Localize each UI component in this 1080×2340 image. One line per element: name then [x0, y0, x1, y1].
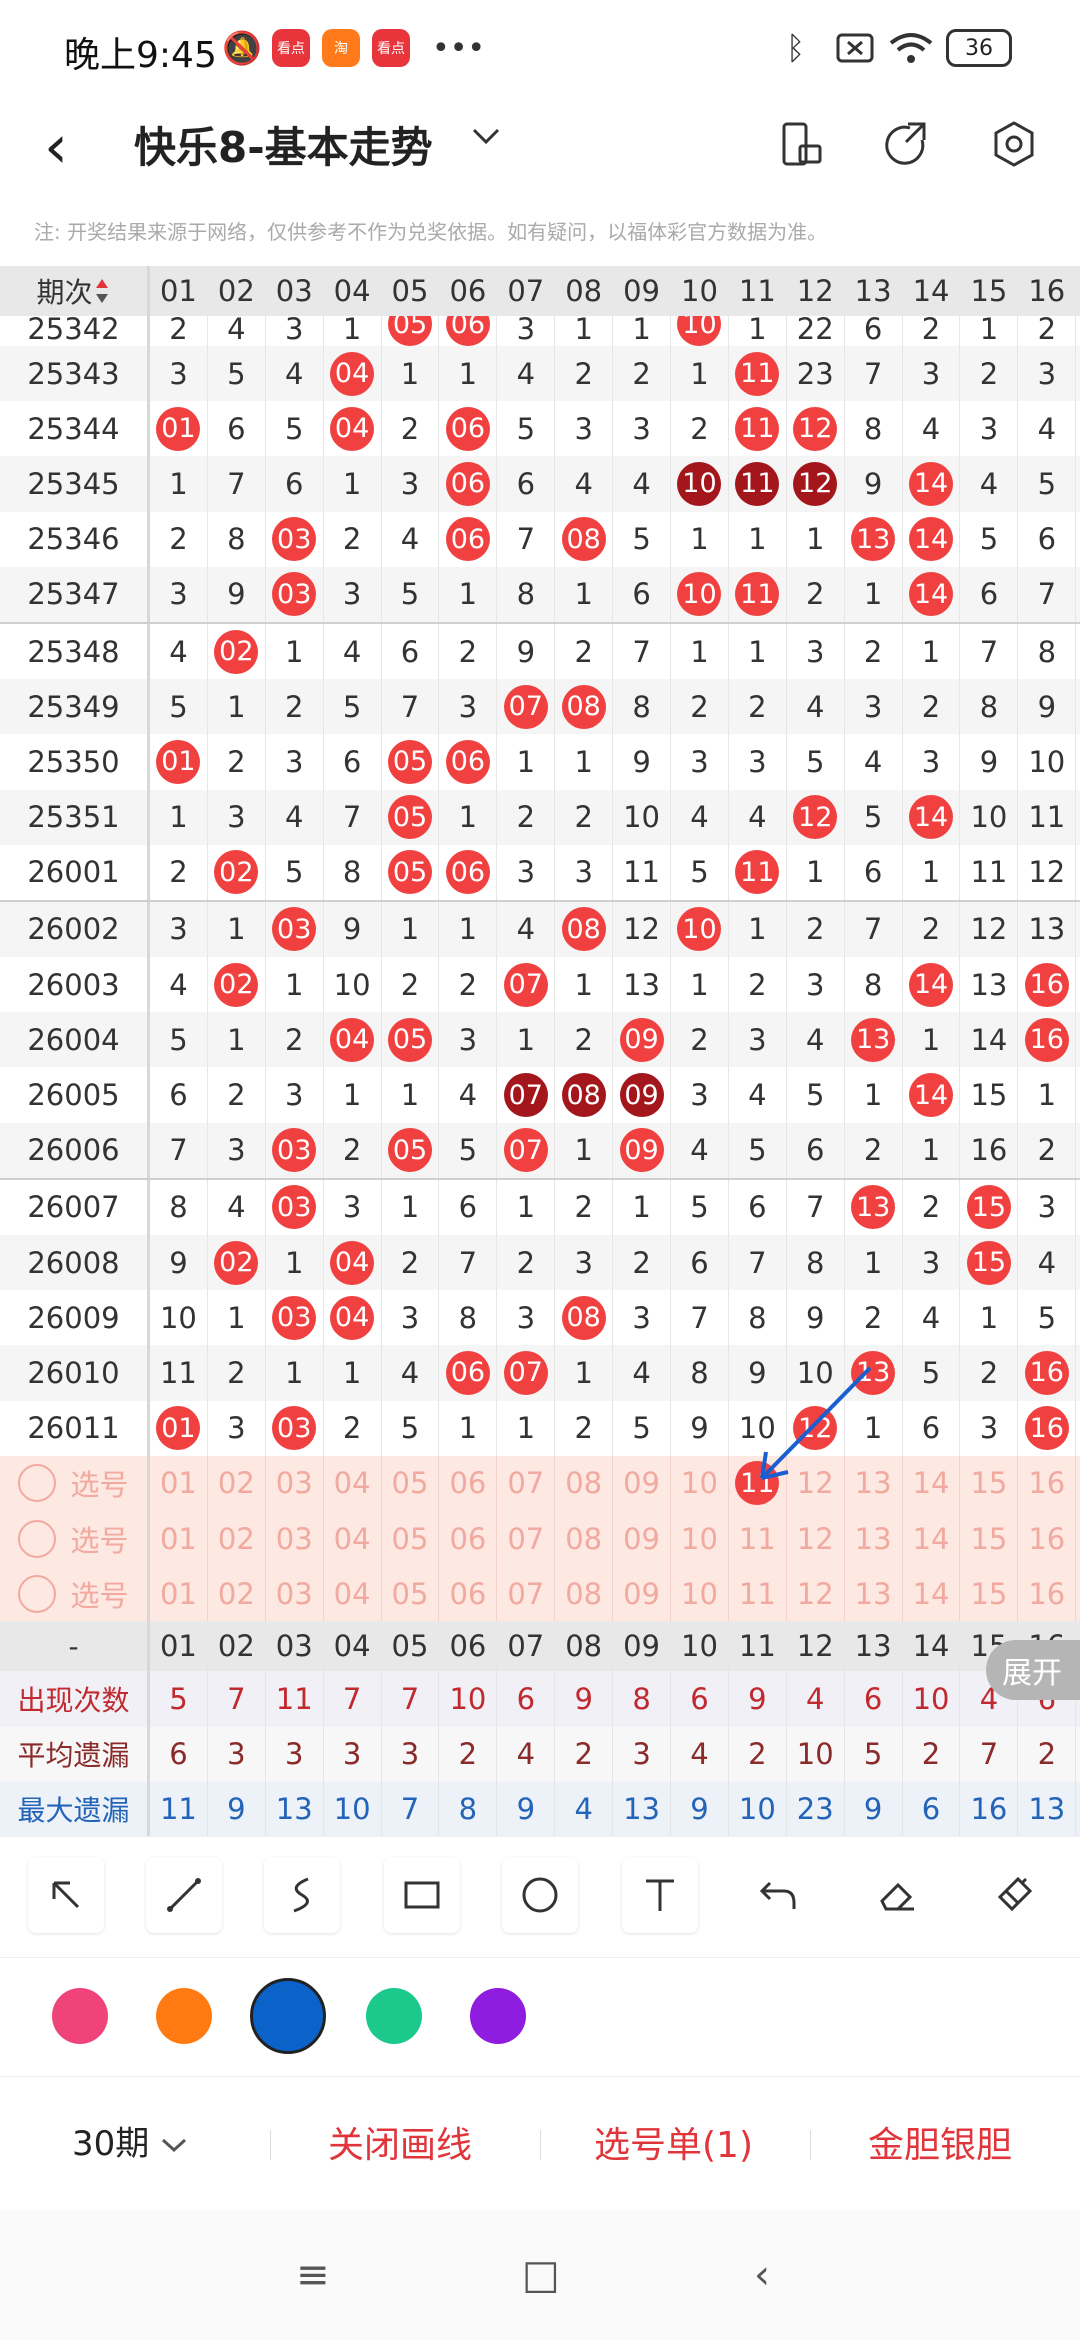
- color-swatch[interactable]: [156, 1988, 212, 2044]
- text-tool-icon[interactable]: [622, 1857, 698, 1933]
- color-swatch[interactable]: [52, 1988, 108, 2044]
- divider: [270, 2130, 271, 2160]
- color-palette: [0, 1956, 1080, 2077]
- rect-tool-icon[interactable]: [384, 1857, 460, 1933]
- undo-tool-icon[interactable]: [740, 1857, 816, 1933]
- back-nav-icon[interactable]: ‹: [754, 2252, 770, 2298]
- color-swatch[interactable]: [250, 1978, 326, 2054]
- menu-nav-icon[interactable]: ≡: [296, 2252, 330, 2298]
- golden-silver-button[interactable]: 金胆银胆: [868, 2116, 1012, 2168]
- system-nav-bar: ≡ □ ‹: [0, 2210, 1080, 2340]
- divider: [540, 2130, 541, 2160]
- expand-button[interactable]: 展开: [986, 1640, 1080, 1700]
- color-swatch[interactable]: [470, 1988, 526, 2044]
- bottom-action-bar: 30期 关闭画线 选号单(1) 金胆银胆: [0, 2080, 1080, 2210]
- curve-tool-icon[interactable]: [264, 1857, 340, 1933]
- drawing-toolbar: [0, 1836, 1080, 1958]
- circle-tool-icon[interactable]: [502, 1857, 578, 1933]
- home-nav-icon[interactable]: □: [522, 2252, 560, 2298]
- selection-list-button[interactable]: 选号单(1): [594, 2116, 753, 2168]
- clear-tool-icon[interactable]: [976, 1857, 1052, 1933]
- eraser-tool-icon[interactable]: [858, 1857, 934, 1933]
- close-drawing-button[interactable]: 关闭画线: [328, 2116, 472, 2168]
- period-count-select[interactable]: 30期: [72, 2116, 188, 2165]
- line-tool-icon[interactable]: [146, 1857, 222, 1933]
- divider: [810, 2130, 811, 2160]
- color-swatch[interactable]: [366, 1988, 422, 2044]
- arrow-tool-icon[interactable]: [28, 1857, 104, 1933]
